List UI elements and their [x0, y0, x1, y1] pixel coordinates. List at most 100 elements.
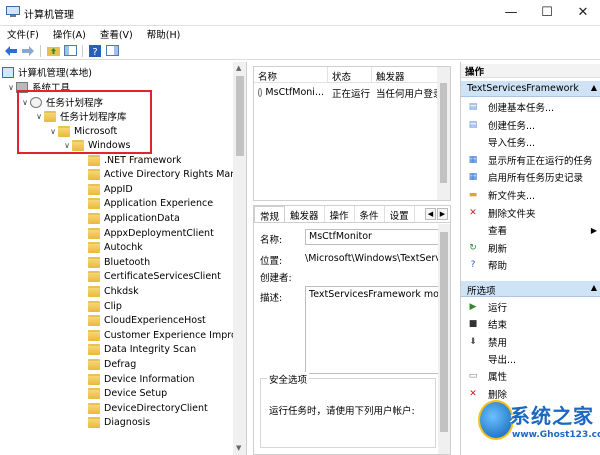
tab-triggers[interactable]: 触发器 [285, 206, 325, 222]
action-item[interactable]: 查看 ▶ [461, 222, 600, 238]
action-item[interactable]: 导出... [461, 351, 600, 367]
close-button[interactable]: ✕ [566, 0, 600, 24]
watermark-text: 系统之家 [510, 404, 594, 428]
action-item[interactable]: 导入任务... [461, 134, 600, 150]
back-arrow-icon [5, 45, 17, 56]
folder-label: Customer Experience Improve [104, 329, 247, 341]
action-item[interactable]: ▬ 新文件夹... [461, 187, 600, 203]
run-icon: ▶ [469, 302, 477, 312]
tree-item-folder[interactable]: Defrag [88, 357, 136, 371]
show-hide-tree-button[interactable] [63, 44, 77, 57]
action-label: 刷新 [488, 243, 508, 255]
tree-item-folder[interactable]: Device Information [88, 372, 195, 386]
scroll-up-icon[interactable]: ▲ [236, 64, 241, 72]
action-item[interactable]: ▦ 显示所有正在运行的任务 [461, 152, 600, 168]
action-item[interactable]: ▤ 创建任务... [461, 117, 600, 133]
action-item[interactable]: ▤ 创建基本任务... [461, 99, 600, 115]
tab-conditions[interactable]: 条件 [355, 206, 385, 222]
tree-item-folder[interactable]: Data Integrity Scan [88, 343, 196, 357]
action-item[interactable]: ▭ 属性 [461, 368, 600, 384]
highlight-annotation [17, 90, 152, 154]
collapse-icon[interactable]: ▲ [591, 283, 597, 292]
help-button[interactable]: ? [88, 44, 102, 57]
tree-scroll-thumb[interactable] [236, 76, 244, 156]
tree-item-folder[interactable]: Autochk [88, 241, 143, 255]
folder-label: Active Directory Rights Manag [104, 169, 247, 181]
tree-item-folder[interactable]: DeviceDirectoryClient [88, 401, 208, 415]
tree-item-folder[interactable]: Chkdsk [88, 284, 139, 298]
action-label: 查看 [488, 226, 508, 238]
maximize-button[interactable]: ☐ [530, 0, 564, 24]
action-item[interactable]: ↻ 刷新 [461, 240, 600, 256]
tree-scrollbar[interactable]: ▲ ▼ [233, 62, 246, 455]
tree-item-folder[interactable]: Bluetooth [88, 255, 150, 269]
show-action-pane-button[interactable] [105, 44, 119, 57]
tree-item-folder[interactable]: Clip [88, 299, 122, 313]
action-label: 结束 [488, 320, 508, 332]
running-tasks-icon: ▦ [468, 154, 478, 165]
action-item[interactable]: ■ 结束 [461, 316, 600, 332]
tab-settings[interactable]: 设置 [385, 206, 415, 222]
forward-arrow-icon [22, 45, 34, 56]
site-watermark: 系统之家 www.Ghost123.com [478, 398, 600, 455]
menu-file[interactable]: 文件(F) [0, 26, 46, 42]
tab-left-icon[interactable]: ◀ [425, 208, 436, 220]
tree-item-folder[interactable]: .NET Framework [88, 153, 182, 167]
column-name[interactable]: 名称 [254, 67, 328, 83]
tree-item-root[interactable]: 计算机管理(本地) [2, 65, 92, 79]
tree-item-folder[interactable]: Active Directory Rights Manag [88, 168, 247, 182]
console-tree-icon [63, 45, 77, 56]
folder-label: AppxDeploymentClient [104, 227, 214, 239]
help-icon: ? [89, 44, 101, 57]
action-item[interactable]: ⬇ 禁用 [461, 334, 600, 350]
minimize-button[interactable]: — [494, 0, 528, 24]
detail-scroll-thumb[interactable] [440, 232, 448, 432]
tree-item-folder[interactable]: CertificateServicesClient [88, 270, 221, 284]
column-status[interactable]: 状态 [328, 67, 372, 83]
folder-icon [88, 373, 100, 385]
tree-item-folder[interactable]: Diagnosis [88, 416, 150, 430]
menu-action[interactable]: 操作(A) [46, 26, 93, 42]
chevron-down-icon[interactable]: ∨ [6, 83, 16, 92]
action-item[interactable]: ✕ 删除文件夹 [461, 205, 600, 221]
collapse-icon[interactable]: ▲ [591, 83, 597, 92]
tree-item-folder[interactable]: AppxDeploymentClient [88, 226, 214, 240]
action-label: 属性 [488, 372, 508, 384]
tree-item-folder[interactable]: Customer Experience Improve [88, 328, 247, 342]
action-pane-icon [105, 45, 119, 56]
forward-button[interactable] [21, 44, 35, 57]
column-trigger[interactable]: 触发器 [372, 67, 438, 83]
disable-icon: ⬇ [469, 336, 477, 347]
menu-view[interactable]: 查看(V) [93, 26, 140, 42]
task-list-scroll-thumb[interactable] [440, 83, 447, 183]
up-folder-button[interactable] [46, 44, 60, 57]
tab-general[interactable]: 常规 [254, 206, 286, 223]
tree-item-folder[interactable]: Application Experience [88, 197, 213, 211]
tab-right-icon[interactable]: ▶ [437, 208, 448, 220]
tree-item-folder[interactable]: CloudExperienceHost [88, 314, 206, 328]
task-name-cell: MsCtfMoni... [265, 87, 324, 98]
name-field[interactable]: MsCtfMonitor [305, 229, 439, 245]
action-item[interactable]: ▶ 运行 [461, 299, 600, 315]
folder-label: CertificateServicesClient [104, 271, 221, 283]
folder-icon [88, 227, 100, 239]
tree-item-folder[interactable]: ApplicationData [88, 211, 180, 225]
action-item[interactable]: ? 帮助 [461, 257, 600, 273]
detail-scrollbar[interactable] [438, 224, 450, 454]
tab-actions[interactable]: 操作 [325, 206, 355, 222]
actions-section-selected[interactable]: 所选项 ▲ [461, 281, 600, 297]
back-button[interactable] [4, 44, 18, 57]
folder-icon [88, 300, 100, 312]
action-item[interactable]: ▦ 启用所有任务历史记录 [461, 169, 600, 185]
action-label: 启用所有任务历史记录 [488, 173, 584, 185]
table-row[interactable]: MsCtfMoni... 正在运行 当任何用户登录时 [254, 85, 450, 100]
computer-icon [2, 66, 14, 78]
actions-section-folder[interactable]: TextServicesFramework ▲ [461, 81, 600, 97]
description-field[interactable]: TextServicesFramework monito [305, 286, 439, 374]
menu-help[interactable]: 帮助(H) [140, 26, 188, 42]
properties-icon: ▭ [468, 371, 478, 382]
scroll-down-icon[interactable]: ▼ [236, 444, 241, 452]
task-list-scrollbar[interactable] [437, 67, 450, 200]
tree-item-folder[interactable]: Device Setup [88, 387, 167, 401]
tree-item-folder[interactable]: AppID [88, 182, 133, 196]
